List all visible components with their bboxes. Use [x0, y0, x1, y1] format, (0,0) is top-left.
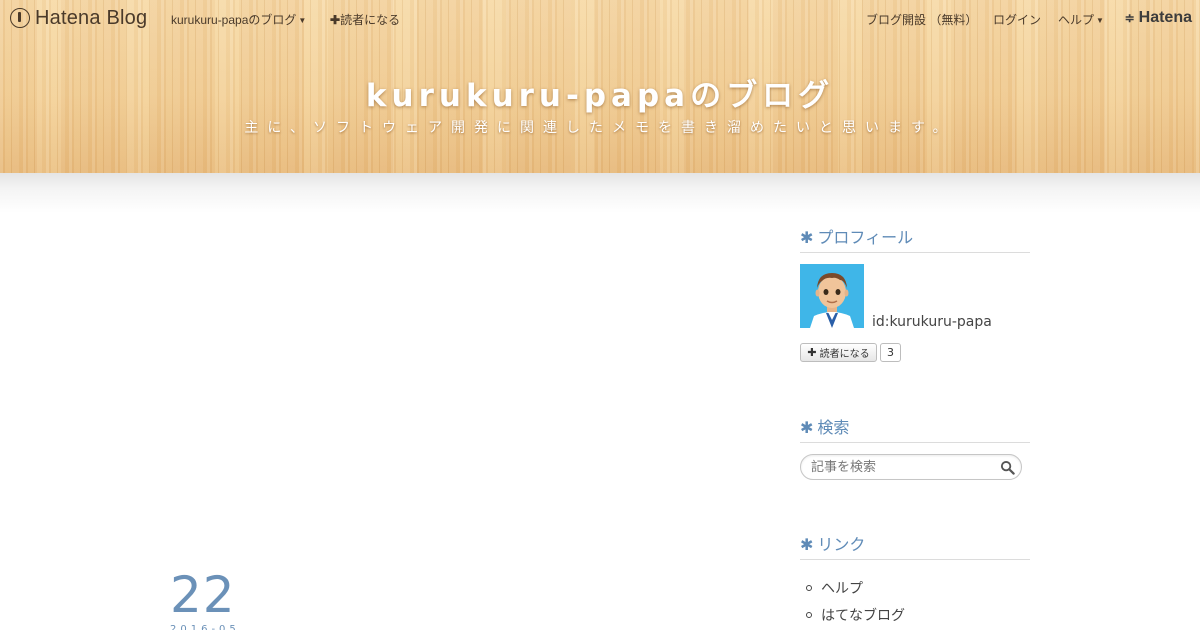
help-menu[interactable]: ヘルプ ▼ — [1058, 11, 1104, 28]
blog-title[interactable]: kurukuru-papaのブログ — [0, 70, 1200, 115]
search-heading-label: 検索 — [817, 418, 850, 437]
avatar[interactable] — [800, 264, 864, 328]
search-icon[interactable] — [1000, 460, 1015, 475]
subscriber-count[interactable]: 3 — [880, 343, 901, 362]
links-heading: ✱ リンク — [800, 531, 1030, 560]
avatar-illustration — [800, 264, 864, 328]
open-blog-link[interactable]: ブログ開設 （無料） — [866, 11, 977, 28]
asterisk-icon: ✱ — [800, 418, 814, 437]
search-module: ✱ 検索 — [800, 414, 1030, 443]
entry-date-year-month: 2016-05 — [170, 624, 240, 630]
links-list: ヘルプ はてなブログ — [806, 574, 905, 628]
subscribe-button[interactable]: ✚ 読者になる — [800, 343, 877, 362]
caret-down-icon: ▼ — [298, 16, 307, 25]
links-heading-label: リンク — [817, 535, 866, 554]
asterisk-icon: ✱ — [800, 228, 814, 247]
blog-menu[interactable]: kurukuru-papaのブログ ▼ — [171, 11, 306, 28]
list-item[interactable]: ヘルプ — [806, 574, 905, 601]
plus-icon: ✚ — [807, 346, 817, 359]
subscribe-link[interactable]: ✚読者になる — [330, 11, 400, 28]
hatena-blog-logo[interactable]: Hatena Blog — [10, 7, 147, 29]
asterisk-icon: ✱ — [800, 535, 814, 554]
link-hatena-blog[interactable]: はてなブログ — [821, 605, 905, 625]
blog-description: 主に、ソフトウェア開発に関連したメモを書き溜めたいと思います。 — [244, 120, 956, 136]
subscribe-link-label: 読者になる — [340, 13, 401, 27]
list-item[interactable]: はてなブログ — [806, 601, 905, 628]
profile-user-id[interactable]: id:kurukuru-papa — [872, 314, 992, 330]
hatena-logo[interactable]: ≑ Hatena — [1125, 9, 1192, 27]
hatena-blog-logo-icon — [10, 8, 30, 28]
plus-icon: ✚ — [330, 13, 341, 27]
bullet-icon — [806, 584, 812, 591]
entry-date-day[interactable]: 22 — [170, 566, 236, 624]
profile-module: ✱ プロフィール — [800, 224, 1030, 253]
link-help[interactable]: ヘルプ — [821, 578, 863, 598]
bullet-icon — [806, 611, 812, 618]
header-shadow — [0, 173, 1200, 213]
logo-text: Hatena Blog — [35, 6, 148, 29]
links-module: ✱ リンク — [800, 531, 1030, 560]
search-form — [800, 454, 1022, 480]
blog-menu-label: kurukuru-papaのブログ — [171, 13, 297, 27]
profile-heading: ✱ プロフィール — [800, 224, 1030, 253]
subscribe-button-label: 読者になる — [819, 349, 870, 360]
profile-heading-label: プロフィール — [817, 228, 914, 247]
hatena-logo-icon: ≑ — [1124, 11, 1135, 25]
help-menu-label: ヘルプ — [1058, 13, 1095, 27]
global-header: Hatena Blog kurukuru-papaのブログ ▼ ✚読者になる ブロ… — [0, 0, 1200, 36]
search-input[interactable] — [811, 458, 991, 476]
login-link[interactable]: ログイン — [993, 11, 1041, 28]
search-heading: ✱ 検索 — [800, 414, 1030, 443]
caret-down-icon: ▼ — [1096, 16, 1104, 25]
hatena-logo-text: Hatena — [1138, 9, 1192, 26]
